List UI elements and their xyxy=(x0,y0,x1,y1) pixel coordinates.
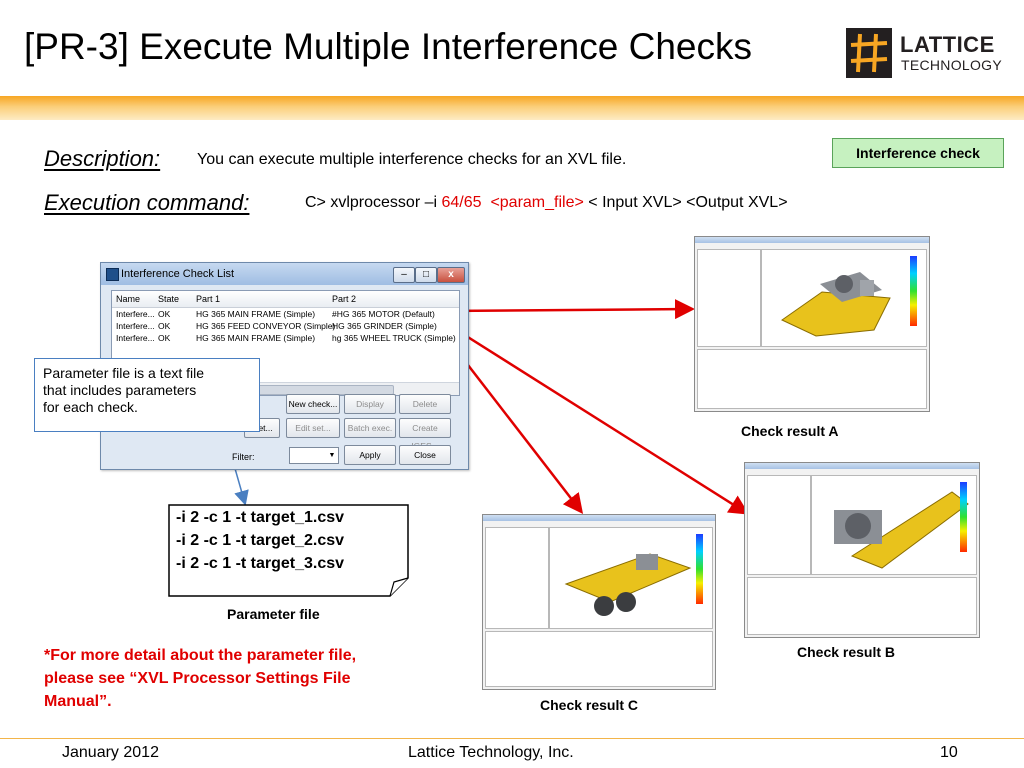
apply-button[interactable]: Apply xyxy=(344,445,396,465)
column-header-part1[interactable]: Part 1 xyxy=(196,291,220,307)
truck-model-image xyxy=(564,553,692,616)
close-window-button[interactable]: x xyxy=(437,267,465,283)
footer-date: January 2012 xyxy=(62,744,159,761)
column-header-part2[interactable]: Part 2 xyxy=(332,291,356,307)
param-line: -i 2 -c 1 -t target_1.csv xyxy=(176,509,345,526)
close-button[interactable]: Close xyxy=(399,445,451,465)
cell-state: OK xyxy=(158,309,171,319)
cell-part2: #HG 365 MOTOR (Default) xyxy=(332,309,435,319)
table-header: Name State Part 1 Part 2 xyxy=(112,291,459,308)
display-button[interactable]: Display xyxy=(344,394,396,414)
red-note-line: Manual”. xyxy=(44,693,112,710)
table-row[interactable]: Interfere... OK HG 365 FEED CONVEYOR (Si… xyxy=(112,320,459,332)
red-note-line: please see “XVL Processor Settings File xyxy=(44,670,351,687)
filter-dropdown[interactable]: ▼ xyxy=(289,447,339,464)
column-header-state[interactable]: State xyxy=(158,291,179,307)
result-c-screenshot xyxy=(482,514,716,690)
grinder-model-image xyxy=(834,491,969,569)
cell-name: Interfere... xyxy=(116,309,155,319)
cell-part1: HG 365 MAIN FRAME (Simple) xyxy=(196,309,316,319)
footer-company: Lattice Technology, Inc. xyxy=(408,744,574,761)
new-check-button[interactable]: New check... xyxy=(286,394,340,414)
footer-divider xyxy=(0,738,1024,739)
cell-part2: HG 365 GRINDER (Simple) xyxy=(332,321,437,331)
param-file-callout: Parameter file is a text file that inclu… xyxy=(34,358,260,432)
dialog-title: Interference Check List xyxy=(121,268,235,280)
cell-state: OK xyxy=(158,333,171,343)
callout-line: that includes parameters xyxy=(43,382,197,398)
callout-line: Parameter file is a text file xyxy=(43,365,205,381)
create-iges-button[interactable]: Create IGES... xyxy=(399,418,451,451)
cell-state: OK xyxy=(158,321,171,331)
edit-set-button[interactable]: Edit set... xyxy=(286,418,340,438)
cell-part1: HG 365 MAIN FRAME (Simple) xyxy=(196,333,316,343)
table-row[interactable]: Interfere... OK HG 365 MAIN FRAME (Simpl… xyxy=(112,308,459,320)
cell-part2: hg 365 WHEEL TRUCK (Simple) xyxy=(332,333,456,343)
result-b-screenshot xyxy=(744,462,980,638)
callout-line: for each check. xyxy=(43,399,138,415)
result-a-screenshot xyxy=(694,236,930,412)
cell-name: Interfere... xyxy=(116,321,155,331)
arrow-to-result-a xyxy=(443,299,695,320)
cell-part1: HG 365 FEED CONVEYOR (Simple) xyxy=(196,321,336,331)
param-file-caption: Parameter file xyxy=(227,606,320,622)
filter-label: Filter: xyxy=(232,452,255,462)
param-line: -i 2 -c 1 -t target_2.csv xyxy=(176,532,345,549)
app-icon xyxy=(106,268,119,281)
delete-button[interactable]: Delete xyxy=(399,394,451,414)
table-row[interactable]: Interfere... OK HG 365 MAIN FRAME (Simpl… xyxy=(112,332,459,344)
maximize-button[interactable]: □ xyxy=(415,267,437,283)
param-file-reference-note: *For more detail about the parameter fil… xyxy=(44,644,356,713)
page-number: 10 xyxy=(940,744,958,761)
cell-name: Interfere... xyxy=(116,333,155,343)
red-note-line: *For more detail about the parameter fil… xyxy=(44,647,357,664)
result-a-caption: Check result A xyxy=(741,423,839,439)
machine-model-image xyxy=(781,272,891,337)
result-c-caption: Check result C xyxy=(540,697,639,713)
param-line: -i 2 -c 1 -t target_3.csv xyxy=(176,555,345,572)
column-header-name[interactable]: Name xyxy=(116,291,140,307)
chevron-down-icon: ▼ xyxy=(328,452,336,459)
minimize-button[interactable]: – xyxy=(393,267,415,283)
param-file-note: -i 2 -c 1 -t target_1.csv -i 2 -c 1 -t t… xyxy=(168,504,408,596)
result-b-caption: Check result B xyxy=(797,644,896,660)
dialog-titlebar[interactable]: Interference Check List – □ x xyxy=(101,263,468,285)
batch-exec-button[interactable]: Batch exec. xyxy=(344,418,396,438)
